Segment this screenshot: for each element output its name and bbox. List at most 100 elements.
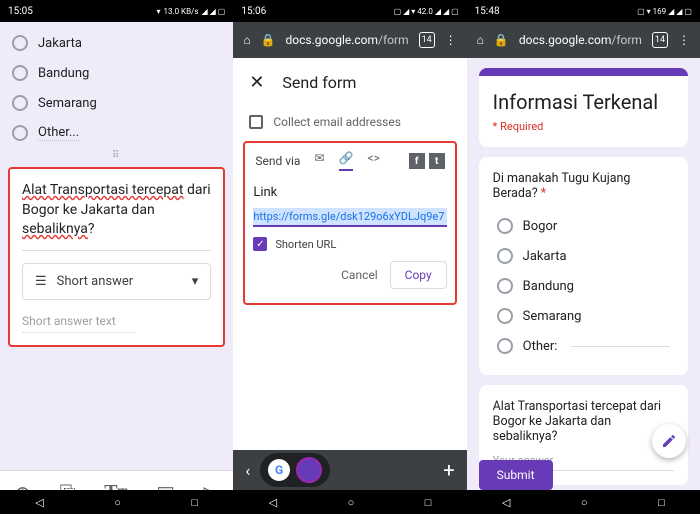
twitter-icon[interactable]: t (429, 153, 445, 169)
shorten-url-row[interactable]: ✓ Shorten URL (253, 237, 446, 251)
send-form-title: Send form (282, 73, 356, 92)
status-icons: ▾ 13.0 KB/s ◢ ◢ ▢ (156, 7, 225, 16)
tab-count[interactable]: 14 (652, 32, 668, 48)
back-icon[interactable]: ◁ (269, 496, 277, 509)
checkbox-icon (249, 115, 263, 129)
recent-icon[interactable]: □ (658, 496, 665, 509)
recent-icon[interactable]: □ (425, 496, 432, 509)
radio-icon (12, 95, 28, 111)
home-icon[interactable]: ⌂ (243, 33, 250, 47)
other-input-line[interactable] (571, 346, 670, 347)
link-label: Link (253, 185, 446, 200)
panel-form-view: 15:48 ▢ ▾ 169 ◢ ◢ ▢ ⌂ 🔒 docs.google.com/… (467, 0, 700, 514)
pencil-icon (661, 433, 677, 449)
radio-icon (497, 278, 513, 294)
question-1-text: Di manakah Tugu Kujang Berada? * (493, 171, 674, 201)
link-icon[interactable]: 🔗 (339, 151, 354, 171)
short-answer-icon: ☰ (35, 274, 47, 289)
embed-icon[interactable]: <> (367, 151, 379, 171)
android-nav: ◁ ○ □ (233, 490, 466, 514)
chevron-down-icon: ▾ (192, 274, 199, 289)
status-icons: ▢ ◢ ▾ 42.0 ◢ ◢ ▢ (394, 7, 459, 16)
google-icon: G (268, 459, 290, 481)
menu-icon[interactable]: ⋮ (445, 33, 457, 47)
panel-send-form: 15:06 ▢ ◢ ▾ 42.0 ◢ ◢ ▢ ⌂ 🔒 docs.google.c… (233, 0, 466, 514)
clock: 15:05 (8, 6, 33, 17)
question-type-dropdown[interactable]: ☰ Short answer ▾ (22, 263, 211, 300)
radio-icon (497, 248, 513, 264)
chrome-pill[interactable]: G (260, 453, 330, 487)
browser-urlbar[interactable]: ⌂ 🔒 docs.google.com/forms 14 ⋮ (233, 22, 466, 58)
status-icons: ▢ ▾ 169 ◢ ◢ ▢ (637, 7, 692, 16)
option-other[interactable]: Other... (8, 118, 225, 148)
url-text: docs.google.com/forms (286, 33, 409, 47)
radio-icon (497, 338, 513, 354)
lock-icon: 🔒 (494, 33, 509, 47)
android-nav: ◁ ○ □ (0, 490, 233, 514)
radio-icon (12, 65, 28, 81)
option-semarang[interactable]: Semarang (8, 88, 225, 118)
chevron-left-icon[interactable]: ‹ (245, 461, 250, 480)
options-list: Jakarta Bandung Semarang Other... (8, 28, 225, 148)
recent-icon[interactable]: □ (191, 496, 198, 509)
option-other[interactable]: Other: (493, 331, 674, 361)
option-bogor[interactable]: Bogor (493, 211, 674, 241)
radio-icon (497, 308, 513, 324)
option-bandung[interactable]: Bandung (8, 58, 225, 88)
question-card[interactable]: Alat Transportasi tercepat dari Bogor ke… (8, 167, 225, 347)
send-via-label: Send via (255, 154, 300, 168)
close-icon[interactable]: ✕ (249, 72, 264, 93)
back-icon[interactable]: ◁ (35, 496, 43, 509)
cancel-button[interactable]: Cancel (341, 268, 378, 282)
send-via-section: Send via ✉ 🔗 <> f t Link https://forms.g… (243, 141, 456, 305)
collect-label: Collect email addresses (273, 115, 401, 129)
form-header-card: Informasi Terkenal * Required (479, 68, 688, 147)
browser-urlbar[interactable]: ⌂ 🔒 docs.google.com/forms 14 ⋮ (467, 22, 700, 58)
form-edit-body: Jakarta Bandung Semarang Other... ⠿ Alat… (0, 22, 233, 470)
question-2-text: Alat Transportasi tercepat dari Bogor ke… (493, 399, 674, 444)
status-bar: 15:06 ▢ ◢ ▾ 42.0 ◢ ◢ ▢ (233, 0, 466, 22)
chrome-bottom-bar: ‹ G + (233, 450, 466, 490)
edit-fab[interactable] (652, 424, 686, 458)
tab-count[interactable]: 14 (419, 32, 435, 48)
plus-icon[interactable]: + (443, 458, 454, 482)
home-icon[interactable]: ○ (114, 496, 121, 509)
email-icon[interactable]: ✉ (314, 151, 324, 171)
submit-button[interactable]: Submit (479, 460, 553, 490)
short-answer-placeholder: Short answer text (22, 314, 136, 333)
collect-emails-row[interactable]: Collect email addresses (233, 107, 466, 137)
status-bar: 15:05 ▾ 13.0 KB/s ◢ ◢ ▢ (0, 0, 233, 22)
panel-form-edit: 15:05 ▾ 13.0 KB/s ◢ ◢ ▢ Jakarta Bandung … (0, 0, 233, 514)
question-text[interactable]: Alat Transportasi tercepat dari Bogor ke… (22, 181, 211, 251)
home-icon[interactable]: ○ (581, 496, 588, 509)
checkbox-checked-icon: ✓ (253, 237, 267, 251)
home-icon[interactable]: ⌂ (477, 33, 484, 47)
status-bar: 15:48 ▢ ▾ 169 ◢ ◢ ▢ (467, 0, 700, 22)
question-1-card: Di manakah Tugu Kujang Berada? * Bogor J… (479, 157, 688, 375)
app-icon (296, 457, 322, 483)
facebook-icon[interactable]: f (409, 153, 425, 169)
send-form-header: ✕ Send form (233, 58, 466, 107)
shorten-label: Shorten URL (275, 238, 336, 251)
send-via-row: Send via ✉ 🔗 <> f t (253, 151, 446, 173)
android-nav: ◁ ○ □ (467, 490, 700, 514)
form-view-body: Informasi Terkenal * Required Di manakah… (467, 58, 700, 514)
option-jakarta[interactable]: Jakarta (8, 28, 225, 58)
form-title: Informasi Terkenal (493, 90, 674, 114)
dropdown-label: Short answer (57, 274, 134, 289)
radio-icon (497, 218, 513, 234)
drag-handle-icon[interactable]: ⠿ (8, 148, 225, 163)
link-url-input[interactable]: https://forms.gle/dsk129o6xYDLJq9e7 (253, 208, 446, 227)
option-jakarta[interactable]: Jakarta (493, 241, 674, 271)
required-note: * Required (493, 120, 674, 133)
link-section: Link https://forms.gle/dsk129o6xYDLJq9e7… (253, 185, 446, 289)
clock: 15:06 (241, 6, 266, 17)
radio-icon (12, 125, 28, 141)
home-icon[interactable]: ○ (348, 496, 355, 509)
option-semarang[interactable]: Semarang (493, 301, 674, 331)
option-bandung[interactable]: Bandung (493, 271, 674, 301)
menu-icon[interactable]: ⋮ (678, 33, 690, 47)
copy-button[interactable]: Copy (390, 261, 447, 289)
back-icon[interactable]: ◁ (502, 496, 510, 509)
link-actions: Cancel Copy (253, 261, 446, 289)
